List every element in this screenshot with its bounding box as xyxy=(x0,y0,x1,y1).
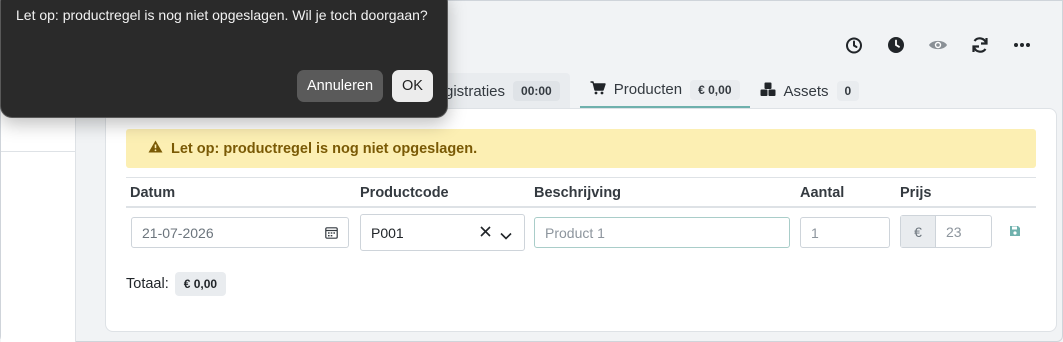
save-icon[interactable] xyxy=(1009,224,1021,242)
dialog-message: Let op: productregel is nog niet opgesla… xyxy=(16,7,428,23)
warning-text: Let op: productregel is nog niet opgesla… xyxy=(171,140,478,157)
unsaved-warning: Let op: productregel is nog niet opgesla… xyxy=(126,129,1036,168)
col-datum: Datum xyxy=(130,185,176,201)
left-panel-divider xyxy=(1,151,76,152)
timer-icon[interactable] xyxy=(844,35,864,55)
col-productcode: Productcode xyxy=(360,185,449,201)
productcode-select[interactable]: P001 xyxy=(360,214,525,251)
col-prijs: Prijs xyxy=(900,185,932,201)
tab-producten[interactable]: Producten € 0,00 xyxy=(579,73,750,109)
confirm-dialog: Let op: productregel is nog niet opgesla… xyxy=(0,0,448,118)
quantity-input[interactable]: 1 xyxy=(800,217,890,248)
tab-assets[interactable]: Assets 0 xyxy=(750,73,870,109)
tab-badge: 0 xyxy=(836,81,860,101)
tab-badge: € 0,00 xyxy=(690,79,740,100)
col-aantal: Aantal xyxy=(800,185,845,201)
clock-icon[interactable] xyxy=(886,35,906,55)
more-icon[interactable] xyxy=(1012,35,1032,55)
tab-registraties[interactable]: gistraties 00:00 xyxy=(431,73,570,109)
cancel-button[interactable]: Annuleren xyxy=(297,70,383,102)
date-value: 21-07-2026 xyxy=(142,224,214,241)
total-badge: € 0,00 xyxy=(174,272,227,296)
cubes-icon xyxy=(760,82,776,101)
tab-bar: gistraties 00:00 Producten € 0,00 Assets… xyxy=(431,73,869,109)
eye-icon[interactable] xyxy=(928,35,948,55)
product-card: Let op: productregel is nog niet opgesla… xyxy=(105,108,1057,332)
calendar-icon[interactable] xyxy=(325,226,338,242)
price-input[interactable]: 23 xyxy=(936,216,991,247)
ok-button[interactable]: OK xyxy=(392,70,433,102)
total-label: Totaal: xyxy=(126,276,169,292)
col-beschrijving: Beschrijving xyxy=(534,185,622,201)
quantity-placeholder: 1 xyxy=(811,224,819,241)
description-input[interactable]: Product 1 xyxy=(534,217,790,248)
table-header: Datum Productcode Beschrijving Aantal Pr… xyxy=(126,177,1036,208)
tab-label: Producten xyxy=(613,81,683,98)
chevron-down-icon[interactable] xyxy=(500,227,512,243)
currency-addon: € xyxy=(901,216,936,247)
refresh-icon[interactable] xyxy=(970,35,990,55)
tab-label: gistraties xyxy=(445,82,506,100)
tab-label: Assets xyxy=(783,82,829,100)
description-placeholder: Product 1 xyxy=(545,224,605,241)
tab-badge: 00:00 xyxy=(513,81,560,101)
cart-icon xyxy=(590,80,606,99)
price-input-group: € 23 xyxy=(900,215,992,248)
date-field[interactable]: 21-07-2026 xyxy=(131,217,349,248)
productcode-value: P001 xyxy=(371,224,404,241)
clear-icon[interactable] xyxy=(479,225,492,241)
toolbar xyxy=(844,35,1032,55)
total-row: Totaal: € 0,00 xyxy=(126,272,227,296)
warning-icon xyxy=(148,140,163,157)
